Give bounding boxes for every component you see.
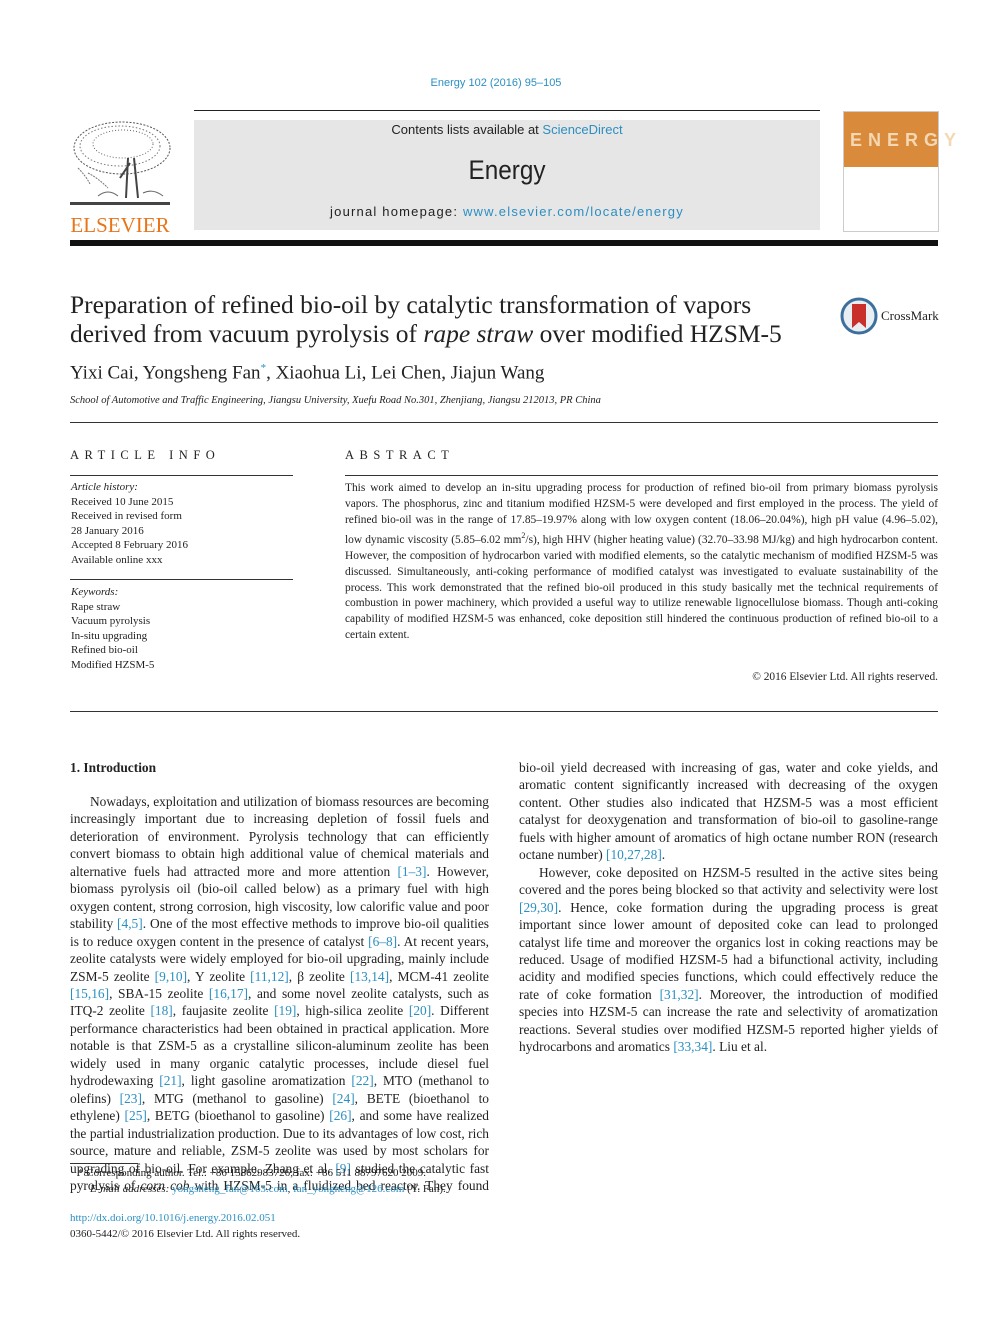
text-run: , MTG (methanol to gasoline) bbox=[141, 1090, 333, 1106]
keyword: In-situ upgrading bbox=[71, 629, 148, 642]
elsevier-wordmark: ELSEVIER bbox=[70, 213, 170, 237]
citation-link[interactable]: [10,27,28] bbox=[606, 847, 662, 862]
text-run: However, coke deposited on HZSM-5 result… bbox=[519, 864, 938, 898]
citation-link[interactable]: [1–3] bbox=[397, 864, 426, 879]
homepage-prefix: journal homepage: bbox=[330, 204, 463, 219]
history-item: 28 January 2016 bbox=[71, 524, 144, 537]
keywords: Keywords: Rape straw Vacuum pyrolysis In… bbox=[71, 585, 154, 672]
citation-link[interactable]: [25] bbox=[125, 1108, 147, 1123]
citation-link[interactable]: [24] bbox=[332, 1091, 354, 1106]
affiliation: School of Automotive and Traffic Enginee… bbox=[70, 395, 601, 406]
text-run: , high-silica zeolite bbox=[296, 1003, 409, 1019]
header-rule bbox=[194, 110, 820, 111]
citation-link[interactable]: [15,16] bbox=[70, 986, 109, 1001]
citation-link[interactable]: [6–8] bbox=[368, 934, 397, 949]
sciencedirect-link[interactable]: ScienceDirect bbox=[542, 122, 622, 137]
text-run: , faujasite zeolite bbox=[172, 1003, 275, 1019]
issn-line: 0360-5442/© 2016 Elsevier Ltd. All right… bbox=[70, 1228, 301, 1240]
footnote: * Corresponding author. Tel.: +86 158629… bbox=[70, 1165, 500, 1197]
heading-spacer bbox=[70, 759, 489, 793]
elsevier-logo[interactable]: ELSEVIER bbox=[68, 118, 172, 237]
keyword: Rape straw bbox=[71, 600, 121, 613]
article-history: Article history: Received 10 June 2015 R… bbox=[71, 480, 188, 567]
citation-link[interactable]: [26] bbox=[329, 1108, 351, 1123]
citation-link[interactable]: [19] bbox=[274, 1003, 296, 1018]
section-rule bbox=[70, 422, 938, 423]
text-run: . bbox=[661, 847, 666, 863]
author-list: Yixi Cai, Yongsheng Fan*, Xiaohua Li, Le… bbox=[70, 362, 544, 384]
keyword: Refined bio-oil bbox=[71, 644, 138, 656]
abstract-heading: ABSTRACT bbox=[345, 448, 455, 462]
citation-link[interactable]: [21] bbox=[159, 1073, 181, 1088]
cover-band: ENERGY bbox=[844, 112, 956, 167]
doi-block: http://dx.doi.org/10.1016/j.energy.2016.… bbox=[70, 1210, 300, 1242]
text-run: , β zeolite bbox=[288, 968, 351, 984]
abstract-part-2: /s), high HHV (higher heating value) (32… bbox=[345, 534, 938, 641]
citation-link[interactable]: [29,30] bbox=[519, 900, 558, 915]
text-run: , BETG (bioethanol to gasoline) bbox=[146, 1108, 330, 1124]
abstract-rule bbox=[345, 475, 938, 476]
citation-link[interactable]: [33,34] bbox=[673, 1039, 712, 1054]
history-item: Available online xxx bbox=[71, 553, 163, 566]
citation-link[interactable]: [16,17] bbox=[209, 986, 248, 1001]
journal-reference-link[interactable]: Energy 102 (2016) 95–105 bbox=[0, 77, 992, 89]
homepage-line: journal homepage: www.elsevier.com/locat… bbox=[194, 204, 820, 219]
text-run: , MCM-41 zeolite bbox=[389, 968, 489, 984]
keywords-rule bbox=[70, 579, 293, 580]
email-link-1[interactable]: yongsheng_fan@163.com bbox=[172, 1183, 288, 1195]
history-item: Received 10 June 2015 bbox=[71, 495, 174, 508]
email-link-2[interactable]: fan_yongheng@126.com bbox=[293, 1183, 404, 1195]
footnote-rule bbox=[70, 1163, 138, 1164]
citation-link[interactable]: [20] bbox=[409, 1003, 431, 1018]
crossmark-icon bbox=[840, 297, 878, 335]
citation-link[interactable]: [13,14] bbox=[350, 969, 389, 984]
authors-part-1: Yixi Cai, Yongsheng Fan bbox=[70, 362, 261, 384]
citation-link[interactable]: [11,12] bbox=[250, 969, 289, 984]
citation-link[interactable]: [18] bbox=[150, 1003, 172, 1018]
citation-link[interactable]: [31,32] bbox=[660, 987, 699, 1002]
authors-part-2: , Xiaohua Li, Lei Chen, Jiajun Wang bbox=[266, 362, 545, 384]
crossmark-button[interactable]: CrossMark bbox=[840, 296, 940, 336]
journal-masthead: Contents lists available at ScienceDirec… bbox=[194, 120, 820, 230]
header-thick-rule bbox=[70, 240, 938, 246]
contents-line: Contents lists available at ScienceDirec… bbox=[194, 122, 820, 137]
doi-link[interactable]: http://dx.doi.org/10.1016/j.energy.2016.… bbox=[70, 1212, 276, 1224]
corresponding-text: Corresponding author. Tel.: +86 15862983… bbox=[83, 1167, 427, 1179]
keyword: Vacuum pyrolysis bbox=[71, 615, 151, 627]
email-suffix: (Y. Fan). bbox=[404, 1183, 446, 1195]
journal-cover-thumbnail[interactable]: ENERGY bbox=[843, 111, 956, 232]
article-info-rule bbox=[70, 475, 293, 476]
abstract-text: This work aimed to develop an in-situ up… bbox=[345, 481, 938, 644]
journal-name: Energy bbox=[468, 155, 546, 185]
article-title: Preparation of refined bio-oil by cataly… bbox=[70, 290, 810, 348]
paragraph: However, coke deposited on HZSM-5 result… bbox=[519, 864, 938, 1056]
history-item: Received in revised form bbox=[71, 510, 182, 522]
article-info-heading: ARTICLE INFO bbox=[70, 448, 221, 462]
abstract-end-rule bbox=[70, 711, 938, 712]
keywords-label: Keywords: bbox=[71, 586, 119, 598]
title-part-2: over modified HZSM-5 bbox=[533, 319, 782, 348]
history-label: Article history: bbox=[71, 481, 138, 493]
text-run: , Y zeolite bbox=[187, 968, 251, 984]
email-note: E-mail addresses: yongsheng_fan@163.com,… bbox=[70, 1181, 500, 1197]
elsevier-tree-icon bbox=[68, 118, 172, 210]
contents-prefix: Contents lists available at bbox=[391, 122, 543, 137]
citation-link[interactable]: [23] bbox=[120, 1091, 142, 1106]
body-text: Nowadays, exploitation and utilization o… bbox=[70, 759, 938, 1199]
journal-homepage-link[interactable]: www.elsevier.com/locate/energy bbox=[463, 204, 684, 219]
citation-link[interactable]: [4,5] bbox=[117, 916, 143, 931]
email-label: E-mail addresses: bbox=[90, 1183, 173, 1195]
citation-link[interactable]: [9,10] bbox=[155, 969, 187, 984]
text-run: , SBA-15 zeolite bbox=[109, 985, 209, 1001]
title-italic: rape straw bbox=[423, 319, 534, 348]
text-run: , light gasoline aromatization bbox=[181, 1073, 352, 1089]
text-run: . Liu et al. bbox=[712, 1039, 768, 1055]
cover-title: ENERGY bbox=[850, 130, 963, 150]
abstract-copyright: © 2016 Elsevier Ltd. All rights reserved… bbox=[752, 671, 938, 683]
history-item: Accepted 8 February 2016 bbox=[71, 539, 188, 551]
citation-link[interactable]: [22] bbox=[351, 1073, 373, 1088]
crossmark-label: CrossMark bbox=[881, 308, 939, 323]
corresponding-note: * Corresponding author. Tel.: +86 158629… bbox=[70, 1165, 500, 1181]
keyword: Modified HZSM-5 bbox=[71, 658, 155, 671]
